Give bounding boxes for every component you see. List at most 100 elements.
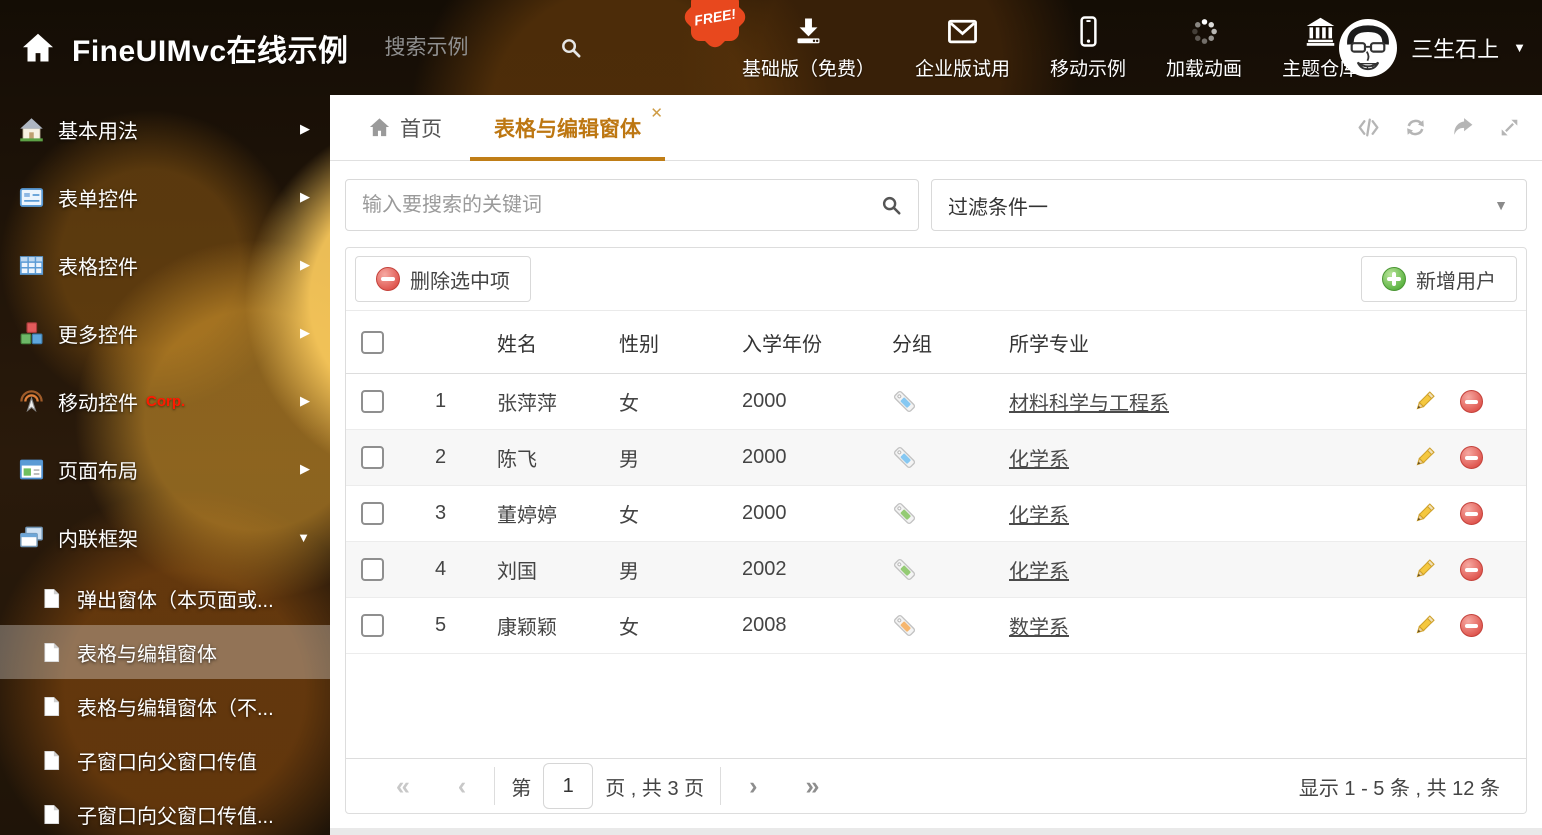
first-page-button[interactable]: « — [396, 774, 410, 799]
cell-gender: 女 — [619, 387, 742, 416]
row-checkbox[interactable] — [361, 614, 384, 637]
table-row: 1 张萍萍 女 2000 材料科学与工程系 — [346, 374, 1526, 430]
home-icon[interactable] — [20, 30, 56, 66]
sidebar-item-label: 表格控件 — [58, 251, 138, 280]
row-checkbox[interactable] — [361, 446, 384, 469]
file-icon — [40, 695, 63, 718]
delete-row-icon[interactable] — [1460, 446, 1483, 469]
sidebar: 基本用法 ▶ 表单控件 ▶ 表格控件 ▶ 更多控件 ▶ 移动控件 Corp. ▶… — [0, 95, 330, 835]
page-prefix: 第 — [511, 772, 531, 801]
page-number-input[interactable] — [543, 763, 593, 809]
nav-item-label: 基础版（免费） — [742, 54, 875, 81]
sidebar-subitem[interactable]: 子窗口向父窗口传值 — [0, 733, 330, 787]
row-checkbox[interactable] — [361, 558, 384, 581]
major-link[interactable]: 化学系 — [1009, 505, 1069, 527]
app-header: FineUIMvc在线示例 FREE! 基础版（免费） 企业版试用 移动示例 加… — [0, 0, 1542, 95]
delete-row-icon[interactable] — [1460, 558, 1483, 581]
sidebar-subitem-label: 表格与编辑窗体 — [77, 638, 217, 667]
row-checkbox[interactable] — [361, 390, 384, 413]
row-number: 2 — [411, 446, 497, 469]
cell-name: 刘国 — [497, 555, 619, 584]
file-icon — [40, 749, 63, 772]
sidebar-item[interactable]: 页面布局 ▶ — [0, 435, 330, 503]
sidebar-item-label: 内联框架 — [58, 523, 138, 552]
major-link[interactable]: 数学系 — [1009, 617, 1069, 639]
edit-pencil-icon[interactable] — [1412, 557, 1437, 582]
chevron-icon: ▶ — [300, 393, 310, 409]
tag-icon — [892, 445, 917, 470]
envelope-icon — [946, 15, 979, 48]
chevron-icon: ▶ — [300, 461, 310, 477]
header-nav-item[interactable]: 基础版（免费） — [742, 15, 875, 81]
sidebar-item[interactable]: 基本用法 ▶ — [0, 95, 330, 163]
filter-row: 过滤条件一 ▼ — [345, 179, 1527, 231]
keyword-search-input[interactable] — [346, 194, 880, 217]
filter-dropdown[interactable]: 过滤条件一 ▼ — [931, 179, 1527, 231]
sidebar-item[interactable]: 更多控件 ▶ — [0, 299, 330, 367]
sidebar-item[interactable]: 移动控件 Corp. ▶ — [0, 367, 330, 435]
major-link[interactable]: 化学系 — [1009, 449, 1069, 471]
sidebar-subitem[interactable]: 子窗口向父窗口传值... — [0, 787, 330, 835]
edit-pencil-icon[interactable] — [1412, 613, 1437, 638]
tab-home[interactable]: 首页 — [342, 95, 468, 160]
edit-pencil-icon[interactable] — [1412, 389, 1437, 414]
refresh-icon[interactable] — [1403, 115, 1428, 140]
bank-icon — [1304, 15, 1337, 48]
header-nav-item[interactable]: 加载动画 — [1166, 15, 1242, 81]
col-header-group: 分组 — [892, 328, 1009, 357]
select-all-checkbox[interactable] — [361, 331, 384, 354]
code-icon[interactable] — [1356, 115, 1381, 140]
sidebar-subitem-label: 子窗口向父窗口传值 — [77, 746, 257, 775]
tag-icon — [892, 501, 917, 526]
avatar — [1339, 19, 1397, 77]
major-link[interactable]: 材料科学与工程系 — [1009, 393, 1169, 415]
grid-toolbar: 删除选中项 新增用户 — [346, 248, 1526, 311]
row-checkbox[interactable] — [361, 502, 384, 525]
house-color-icon — [18, 116, 45, 143]
delete-row-icon[interactable] — [1460, 390, 1483, 413]
sidebar-subitem[interactable]: 表格与编辑窗体 — [0, 625, 330, 679]
grid-empty-area — [346, 654, 1526, 758]
header-nav-item[interactable]: 企业版试用 — [915, 15, 1010, 81]
sidebar-item[interactable]: 表单控件 ▶ — [0, 163, 330, 231]
form-icon — [18, 184, 45, 211]
sidebar-subitem[interactable]: 弹出窗体（本页面或... — [0, 571, 330, 625]
header-search — [383, 35, 582, 61]
grid-panel: 删除选中项 新增用户 姓名 性别 入学年份 分组 所学专业 1 张萍萍 女 — [345, 247, 1527, 814]
search-icon[interactable] — [880, 194, 902, 216]
user-menu[interactable]: 三生石上 ▼ — [1339, 0, 1526, 95]
sidebar-item[interactable]: 表格控件 ▶ — [0, 231, 330, 299]
pagination-bar: « ‹ 第 页 , 共 3 页 › » 显示 1 - 5 条 , 共 12 条 — [346, 758, 1526, 813]
app-title: FineUIMvc在线示例 — [72, 26, 349, 70]
forward-icon[interactable] — [1450, 115, 1475, 140]
add-user-button[interactable]: 新增用户 — [1361, 256, 1517, 302]
edit-pencil-icon[interactable] — [1412, 501, 1437, 526]
header-nav: FREE! 基础版（免费） 企业版试用 移动示例 加载动画 主题仓库 — [742, 0, 1358, 95]
table-row: 3 董婷婷 女 2000 化学系 — [346, 486, 1526, 542]
delete-row-icon[interactable] — [1460, 502, 1483, 525]
header-nav-item[interactable]: 移动示例 — [1050, 15, 1126, 81]
frames-icon — [18, 524, 45, 551]
sidebar-subitem[interactable]: 表格与编辑窗体（不... — [0, 679, 330, 733]
next-page-button[interactable]: › — [749, 774, 757, 799]
sidebar-item-label: 更多控件 — [58, 319, 138, 348]
edit-pencil-icon[interactable] — [1412, 445, 1437, 470]
tab-label: 首页 — [400, 113, 442, 143]
record-summary: 显示 1 - 5 条 , 共 12 条 — [1299, 772, 1500, 801]
delete-row-icon[interactable] — [1460, 614, 1483, 637]
prev-page-button[interactable]: ‹ — [458, 774, 466, 799]
tab-grid-edit-window[interactable]: 表格与编辑窗体 ✕ — [468, 95, 667, 160]
expand-icon[interactable] — [1497, 115, 1522, 140]
major-link[interactable]: 化学系 — [1009, 561, 1069, 583]
file-icon — [40, 587, 63, 610]
pager-divider — [720, 767, 721, 805]
search-icon[interactable] — [559, 36, 582, 59]
header-search-input[interactable] — [383, 35, 547, 61]
sidebar-item[interactable]: 内联框架 ▼ — [0, 503, 330, 571]
close-icon[interactable]: ✕ — [650, 104, 663, 122]
file-icon — [40, 641, 63, 664]
chevron-icon: ▶ — [300, 325, 310, 341]
delete-selected-button[interactable]: 删除选中项 — [355, 256, 531, 302]
grid-icon — [18, 252, 45, 279]
last-page-button[interactable]: » — [805, 774, 819, 799]
